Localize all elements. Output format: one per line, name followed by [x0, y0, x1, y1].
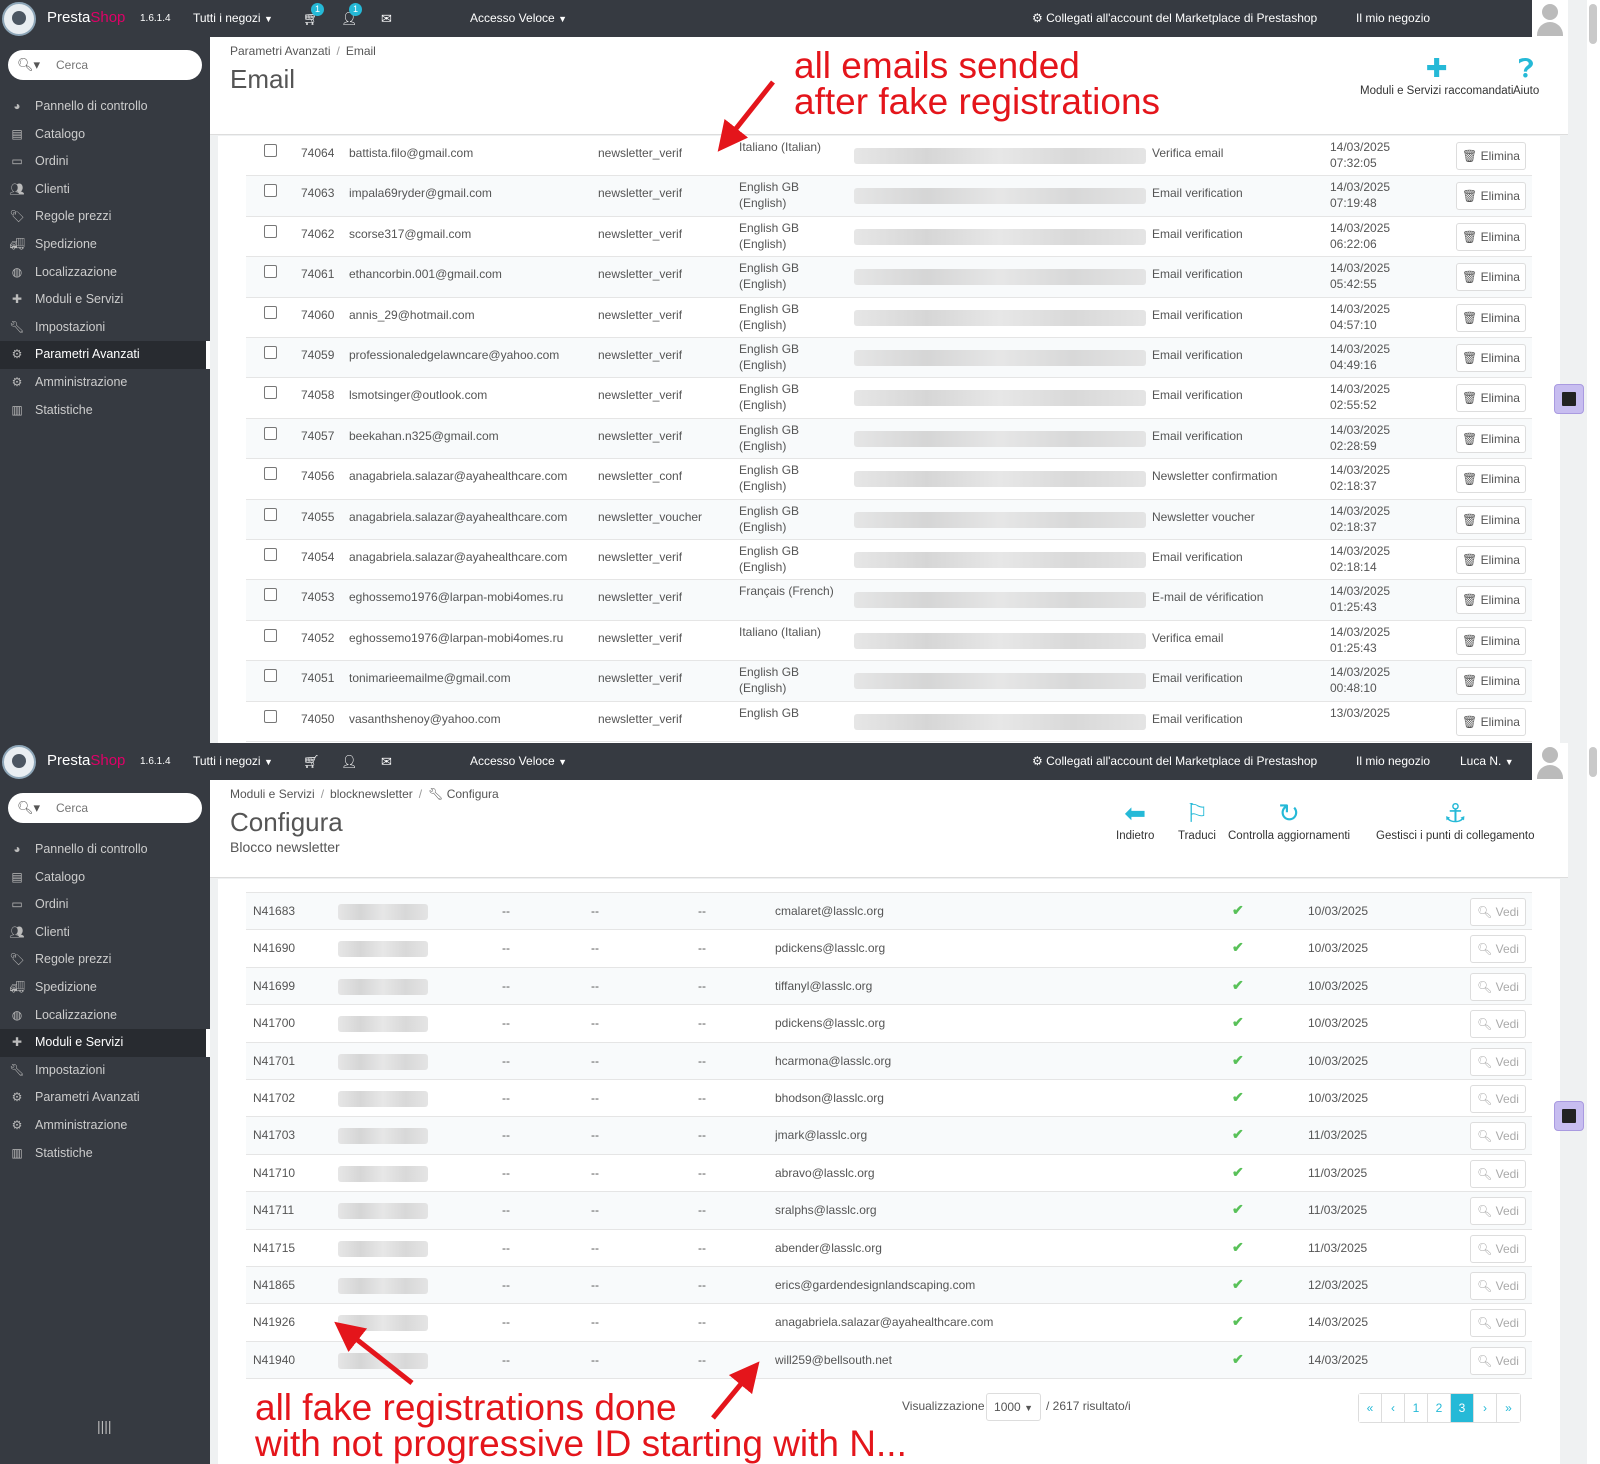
- arrow-to-template: [717, 80, 775, 152]
- arrow-to-email: [711, 1361, 760, 1420]
- annotation-arrows: [334, 80, 775, 1420]
- arrow-to-id: [334, 1321, 414, 1385]
